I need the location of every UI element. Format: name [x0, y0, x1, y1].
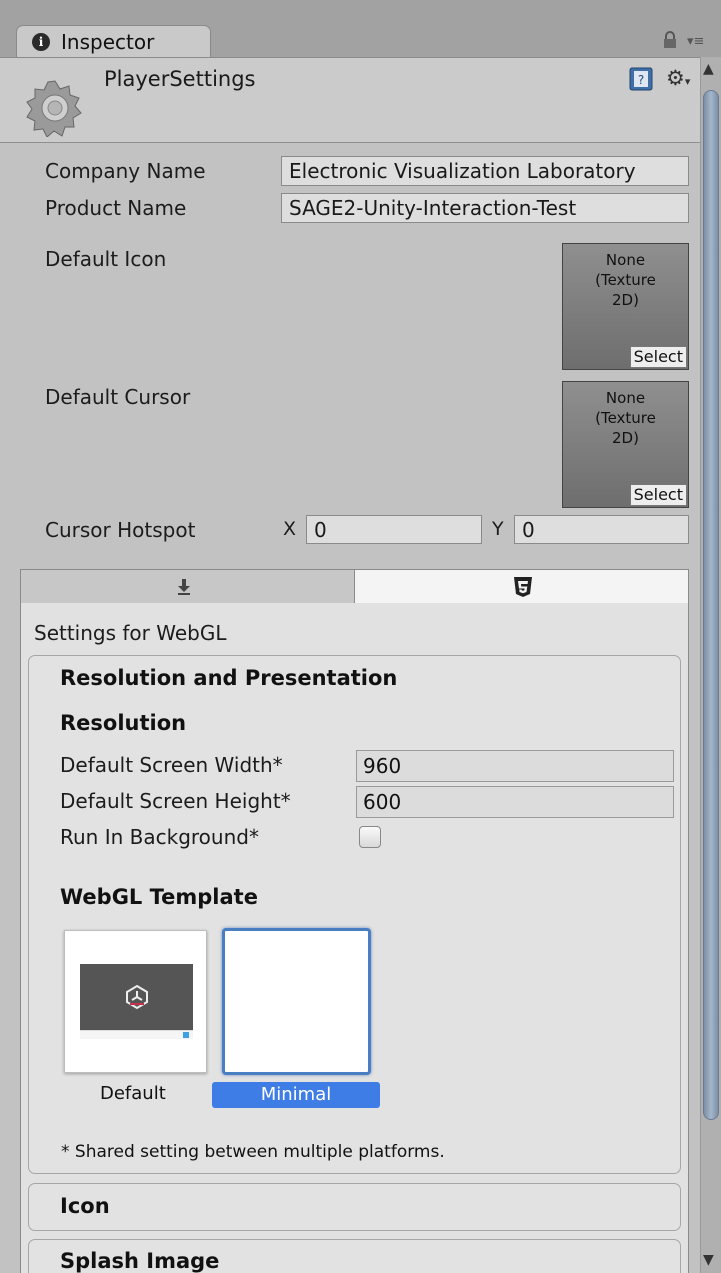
hotspot-y-label: Y — [492, 518, 504, 540]
settings-for-heading: Settings for WebGL — [34, 621, 227, 645]
tab-webgl[interactable] — [355, 570, 688, 603]
template-default-preview-screen — [80, 964, 193, 1030]
run-in-background-checkbox[interactable] — [359, 826, 381, 848]
scroll-down-arrow-icon[interactable]: ▼ — [703, 1252, 714, 1268]
icon-section-group[interactable] — [28, 1183, 681, 1231]
tab-standalone[interactable] — [21, 570, 355, 603]
tab-inspector[interactable]: i Inspector — [16, 25, 211, 59]
hotspot-x-field[interactable]: 0 — [306, 515, 482, 544]
cursor-hotspot-label: Cursor Hotspot — [45, 518, 196, 542]
screen-width-label: Default Screen Width* — [60, 753, 283, 777]
download-arrow-icon — [178, 579, 190, 595]
context-menu-icon[interactable]: ▾≡ — [687, 34, 704, 49]
texture-none-text: None — [605, 389, 646, 407]
company-name-label: Company Name — [45, 159, 206, 183]
template-default-label[interactable]: Default — [100, 1083, 166, 1104]
screen-height-label: Default Screen Height* — [60, 789, 291, 813]
screen-width-field[interactable]: 960 — [356, 750, 674, 782]
template-minimal-label[interactable]: Minimal — [212, 1082, 380, 1108]
scroll-up-arrow-icon[interactable]: ▲ — [703, 61, 714, 77]
resolution-presentation-header[interactable]: Resolution and Presentation — [60, 666, 397, 690]
scrollbar-thumb[interactable] — [703, 90, 719, 1120]
icon-section-header[interactable]: Icon — [60, 1194, 110, 1218]
html5-icon — [514, 577, 532, 597]
texture-type-text-2: 2D) — [612, 291, 639, 309]
player-settings-gear-icon — [25, 77, 85, 138]
texture-none-text: None — [605, 251, 646, 269]
product-name-field[interactable]: SAGE2-Unity-Interaction-Test — [281, 193, 689, 223]
splash-image-section-header[interactable]: Splash Image — [60, 1249, 219, 1273]
select-button[interactable]: Select — [629, 484, 687, 506]
run-in-background-label: Run In Background* — [60, 825, 259, 849]
template-default-preview-footer — [80, 1030, 193, 1039]
webgl-template-heading: WebGL Template — [60, 885, 258, 909]
help-book-icon[interactable]: ? — [628, 67, 654, 91]
unity-logo-icon — [126, 984, 148, 1010]
template-default-thumbnail[interactable] — [64, 930, 207, 1073]
hotspot-y-field[interactable]: 0 — [514, 515, 689, 544]
template-minimal-thumbnail[interactable] — [222, 928, 371, 1075]
shared-setting-note: * Shared setting between multiple platfo… — [61, 1142, 445, 1162]
lock-icon[interactable] — [662, 30, 678, 50]
select-button[interactable]: Select — [629, 346, 687, 368]
default-cursor-texture-slot[interactable]: None (Texture 2D) Select — [562, 381, 689, 508]
default-icon-label: Default Icon — [45, 247, 167, 271]
texture-type-text: (Texture — [595, 409, 656, 427]
screen-height-field[interactable]: 600 — [356, 786, 674, 818]
default-cursor-label: Default Cursor — [45, 385, 191, 409]
default-icon-texture-slot[interactable]: None (Texture 2D) Select — [562, 243, 689, 370]
texture-type-text: (Texture — [595, 271, 656, 289]
resolution-heading: Resolution — [60, 711, 187, 735]
page-title: PlayerSettings — [104, 67, 256, 91]
texture-type-text-2: 2D) — [612, 429, 639, 447]
info-icon: i — [32, 33, 50, 51]
platform-tabs — [20, 569, 689, 604]
hotspot-x-label: X — [283, 518, 297, 540]
svg-text:?: ? — [638, 73, 644, 87]
product-name-label: Product Name — [45, 196, 187, 220]
settings-gear-icon[interactable]: ⚙▾ — [666, 66, 690, 90]
tab-inspector-label: Inspector — [61, 30, 155, 54]
company-name-field[interactable]: Electronic Visualization Laboratory — [281, 156, 689, 186]
